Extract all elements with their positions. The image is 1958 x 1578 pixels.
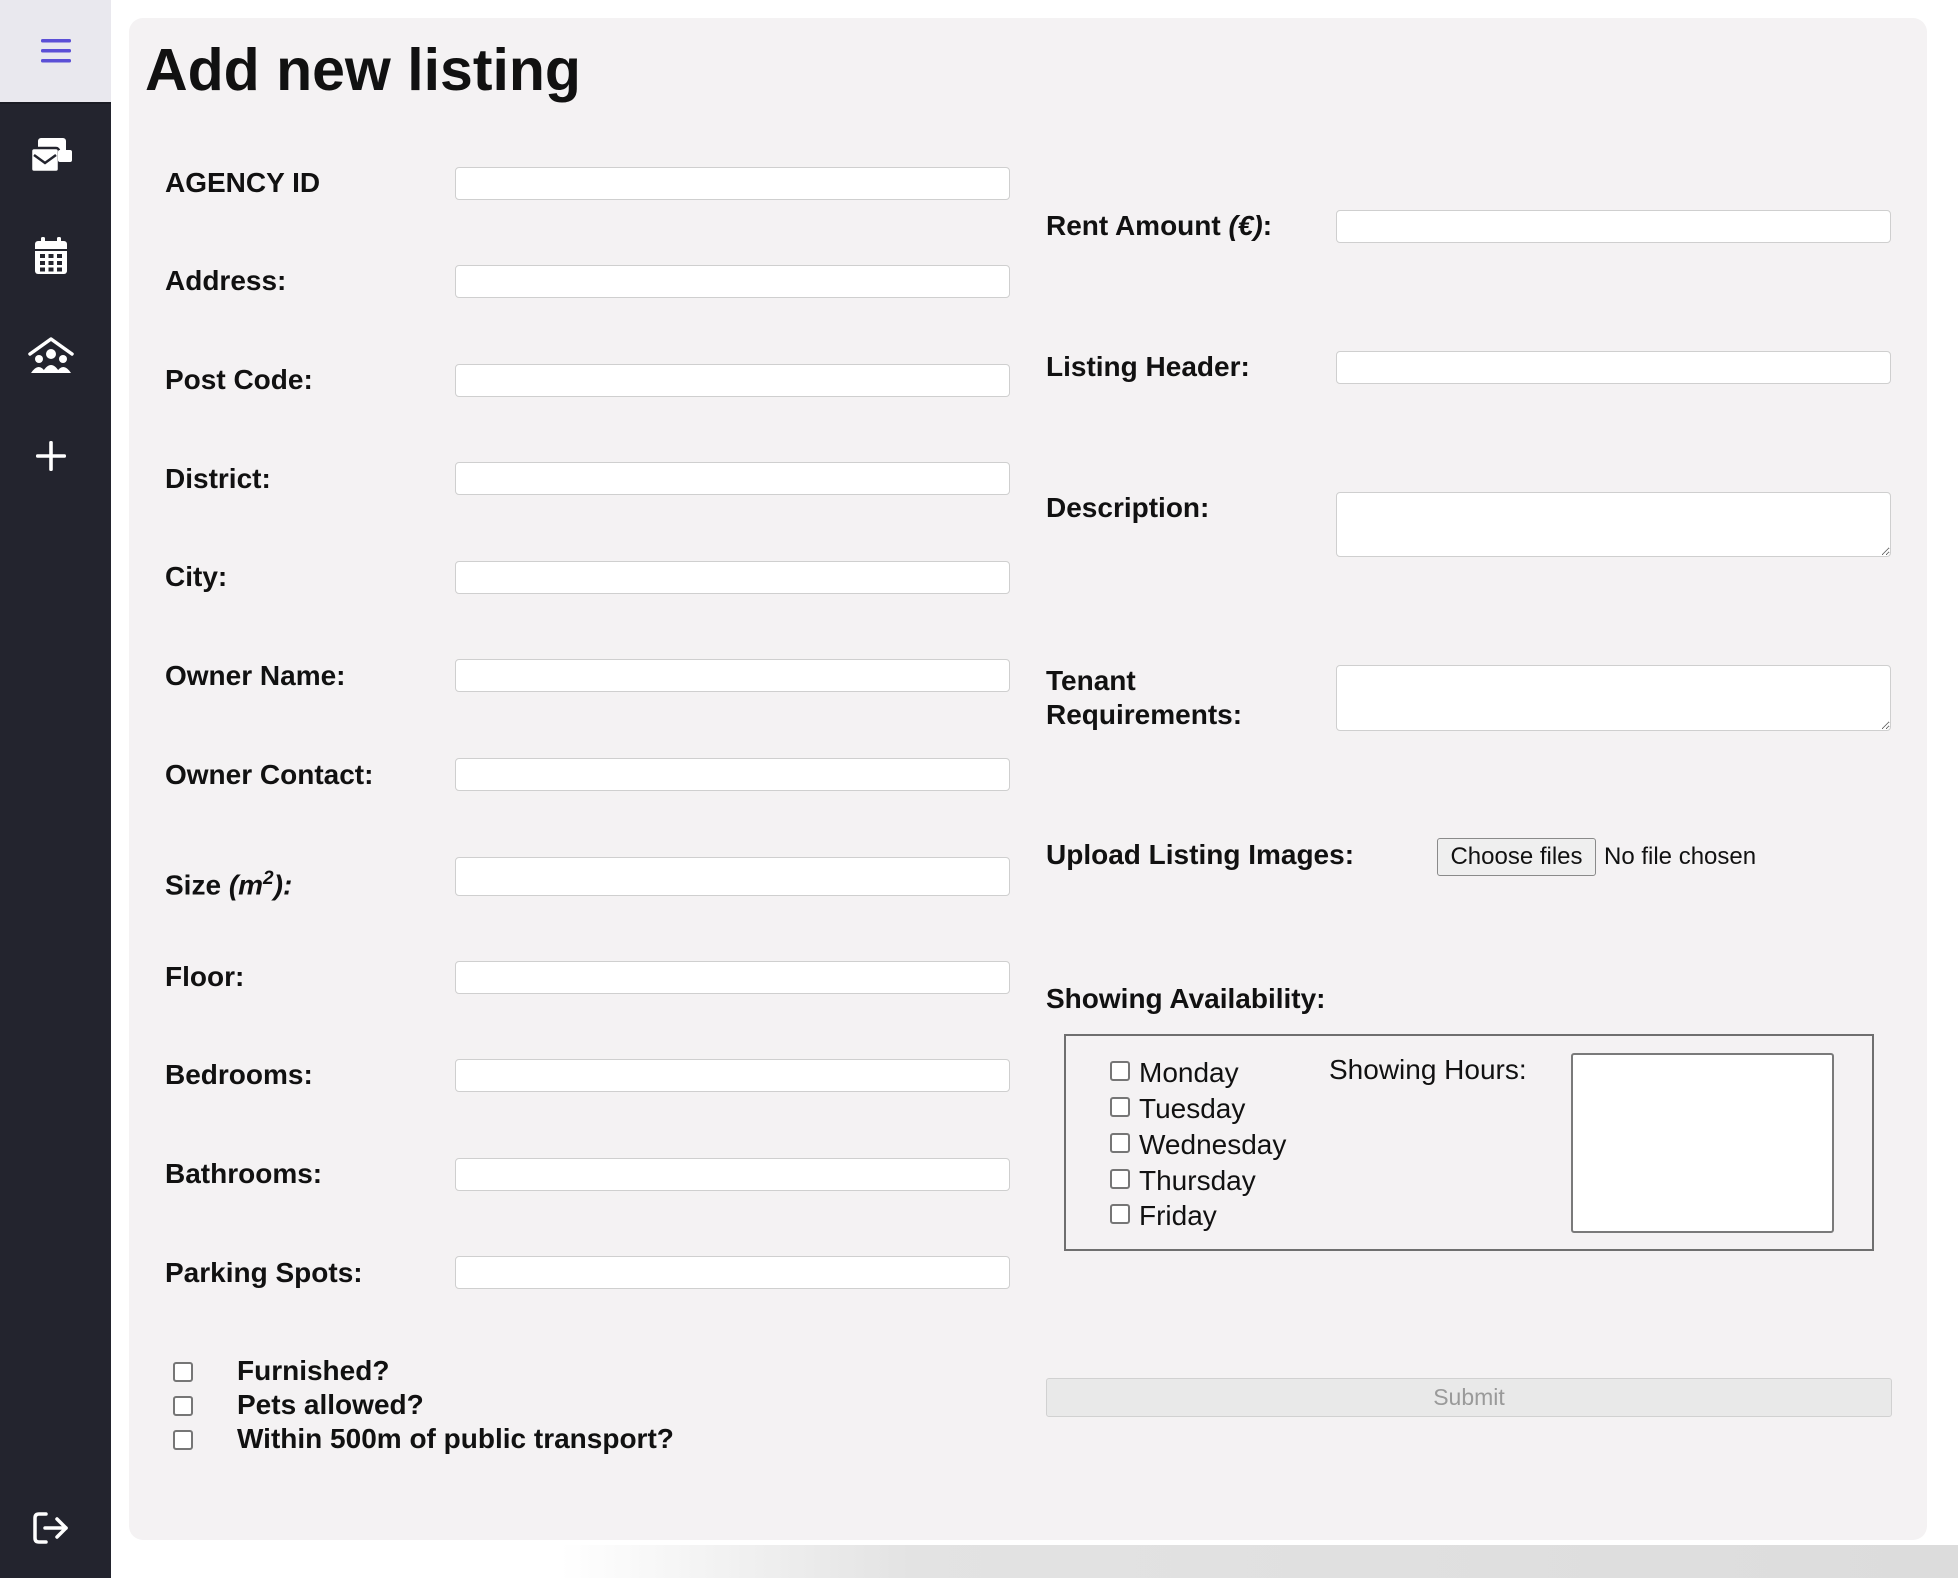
address-label: Address: <box>165 265 287 296</box>
bathrooms-input[interactable] <box>455 1158 1010 1191</box>
owner-contact-input[interactable] <box>455 758 1010 791</box>
agency-id-input[interactable] <box>455 167 1010 200</box>
post-code-input[interactable] <box>455 364 1010 397</box>
public-transport-checkbox[interactable] <box>173 1430 193 1450</box>
pets-allowed-checkbox[interactable] <box>173 1396 193 1416</box>
day-label-thursday: Thursday <box>1139 1165 1256 1196</box>
furnished-label: Furnished? <box>237 1355 390 1386</box>
furnished-checkbox[interactable] <box>173 1362 193 1382</box>
calendar-icon <box>35 237 67 274</box>
rent-amount-label: Rent Amount (€): <box>1046 209 1272 243</box>
file-status-text: No file chosen <box>1604 843 1757 870</box>
size-label-unit: (m <box>228 869 264 901</box>
parking-spots-label: Parking Spots: <box>165 1257 363 1288</box>
size-input[interactable] <box>455 857 1010 896</box>
tenant-requirements-label-line2: Requirements: <box>1046 699 1243 730</box>
description-label: Description: <box>1046 492 1210 523</box>
day-label-tuesday: Tuesday <box>1139 1093 1246 1124</box>
description-textarea[interactable] <box>1336 492 1891 557</box>
menu-button[interactable] <box>0 0 111 104</box>
agency-id-label: AGENCY ID <box>165 167 321 198</box>
main-panel <box>129 18 1927 1540</box>
rent-amount-label-text: Rent Amount <box>1046 210 1229 241</box>
post-code-label: Post Code: <box>165 364 313 395</box>
submit-button[interactable]: Submit <box>1046 1378 1892 1417</box>
showing-hours-label: Showing Hours: <box>1329 1054 1527 1085</box>
day-label-friday: Friday <box>1139 1200 1217 1231</box>
tenant-requirements-label-line1: Tenant <box>1046 665 1136 696</box>
day-checkbox-wednesday[interactable] <box>1110 1133 1130 1153</box>
day-checkbox-tuesday[interactable] <box>1110 1097 1130 1117</box>
logout-icon <box>33 1512 68 1544</box>
tenant-requirements-textarea[interactable] <box>1336 665 1891 731</box>
bathrooms-label: Bathrooms: <box>165 1158 323 1189</box>
floor-label: Floor: <box>165 961 245 992</box>
size-label-text: Size <box>165 869 229 901</box>
inbox-cards-icon <box>29 138 72 174</box>
owner-name-input[interactable] <box>455 659 1010 692</box>
size-label-suffix: ): <box>273 869 293 901</box>
owner-contact-label: Owner Contact: <box>165 759 374 790</box>
day-label-wednesday: Wednesday <box>1139 1129 1287 1160</box>
showing-availability-label: Showing Availability: <box>1046 983 1326 1014</box>
address-input[interactable] <box>455 265 1010 298</box>
public-transport-label: Within 500m of public transport? <box>237 1423 674 1454</box>
bedrooms-label: Bedrooms: <box>165 1059 313 1090</box>
rent-amount-label-suffix: : <box>1262 210 1273 241</box>
sidebar-item-inbox[interactable] <box>16 126 86 186</box>
sidebar-item-add[interactable] <box>16 426 86 486</box>
page-title: Add new listing <box>145 37 581 103</box>
logout-button[interactable] <box>16 1498 86 1558</box>
rent-amount-input[interactable] <box>1336 210 1891 243</box>
district-label: District: <box>165 463 271 494</box>
hamburger-menu-icon <box>40 39 71 63</box>
owner-name-label: Owner Name: <box>165 660 346 691</box>
listing-header-input[interactable] <box>1336 351 1891 384</box>
sidebar <box>0 0 111 1578</box>
window-shadow <box>560 1545 1958 1578</box>
day-checkbox-friday[interactable] <box>1110 1204 1130 1224</box>
sidebar-item-calendar[interactable] <box>16 226 86 286</box>
district-input[interactable] <box>455 462 1010 495</box>
day-checkbox-monday[interactable] <box>1110 1061 1130 1081</box>
pets-allowed-label: Pets allowed? <box>237 1389 424 1420</box>
rent-amount-label-unit: (€) <box>1228 210 1263 241</box>
floor-input[interactable] <box>455 961 1010 994</box>
listing-header-label: Listing Header: <box>1046 351 1250 382</box>
size-label: Size (m2): <box>165 862 292 902</box>
choose-files-button[interactable]: Choose files <box>1437 838 1596 876</box>
sidebar-item-clients[interactable] <box>16 326 86 386</box>
plus-icon <box>36 441 66 471</box>
city-label: City: <box>165 561 228 592</box>
people-house-icon <box>28 337 74 373</box>
parking-spots-input[interactable] <box>455 1256 1010 1289</box>
upload-images-label: Upload Listing Images: <box>1046 839 1355 870</box>
day-label-monday: Monday <box>1139 1057 1239 1088</box>
city-input[interactable] <box>455 561 1010 594</box>
bedrooms-input[interactable] <box>455 1059 1010 1092</box>
size-label-superscript: 2 <box>263 868 274 889</box>
day-checkbox-thursday[interactable] <box>1110 1169 1130 1189</box>
showing-hours-textarea[interactable] <box>1571 1053 1834 1233</box>
